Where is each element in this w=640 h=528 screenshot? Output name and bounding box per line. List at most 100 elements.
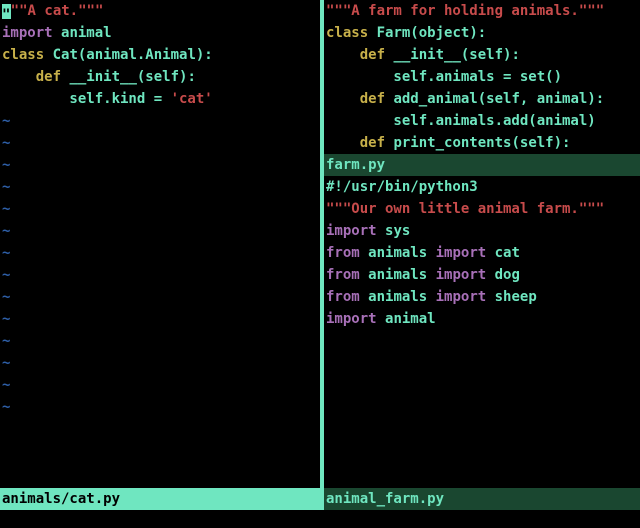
code-segment: Cat(animal.Animal):	[53, 47, 213, 63]
empty-line-tilde: ~	[0, 330, 320, 352]
code-segment	[377, 223, 385, 239]
code-segment: sheep	[495, 289, 537, 305]
code-line[interactable]: self.kind = 'cat'	[0, 88, 320, 110]
code-segment: dog	[495, 267, 520, 283]
code-segment: def	[360, 91, 385, 107]
code-line[interactable]: self.animals = set()	[324, 66, 640, 88]
code-segment	[486, 267, 494, 283]
empty-line-tilde: ~	[0, 352, 320, 374]
code-line[interactable]: """A farm for holding animals."""	[324, 0, 640, 22]
code-segment: import	[436, 289, 487, 305]
code-segment	[427, 245, 435, 261]
code-segment: animals	[368, 267, 427, 283]
code-segment: self.animals =	[326, 69, 520, 85]
code-segment	[360, 245, 368, 261]
code-segment: """Our own little animal farm."""	[326, 201, 604, 217]
code-segment	[326, 135, 360, 151]
code-segment: from	[326, 289, 360, 305]
buffer-cat[interactable]: """A cat."""import animalclass Cat(anima…	[0, 0, 320, 488]
code-segment: Farm(	[377, 25, 419, 41]
code-segment: ):	[469, 25, 486, 41]
code-segment	[486, 289, 494, 305]
code-segment	[326, 47, 360, 63]
code-line[interactable]: def __init__(self):	[0, 66, 320, 88]
code-segment	[486, 245, 494, 261]
code-segment: animal	[61, 25, 112, 41]
empty-line-tilde: ~	[0, 396, 320, 418]
code-segment	[427, 267, 435, 283]
code-segment: import	[326, 311, 377, 327]
code-line[interactable]: """A cat."""	[0, 0, 320, 22]
vim-root: """A cat."""import animalclass Cat(anima…	[0, 0, 640, 528]
code-line[interactable]: def __init__(self):	[324, 44, 640, 66]
code-segment: print_contents(self):	[393, 135, 570, 151]
command-line[interactable]	[0, 510, 640, 528]
empty-line-tilde: ~	[0, 154, 320, 176]
code-line[interactable]: import sys	[324, 220, 640, 242]
status-line-farm: farm.py	[324, 154, 640, 176]
cursor: "	[2, 4, 11, 19]
code-line[interactable]: self.animals.add(animal)	[324, 110, 640, 132]
code-segment: import	[436, 267, 487, 283]
code-segment: self.animals.add(animal)	[326, 113, 596, 129]
code-line[interactable]: import animal	[324, 308, 640, 330]
buffer-animal-farm[interactable]: #!/usr/bin/python3 """Our own little anim…	[324, 176, 640, 488]
code-segment	[368, 25, 376, 41]
code-segment: def	[360, 135, 385, 151]
code-segment: import	[2, 25, 53, 41]
code-segment	[360, 267, 368, 283]
code-segment: """A farm for holding animals."""	[326, 3, 604, 19]
code-segment	[44, 47, 52, 63]
code-segment: set	[520, 69, 545, 85]
code-segment	[2, 69, 36, 85]
code-segment: animals	[368, 245, 427, 261]
code-line[interactable]: """Our own little animal farm."""	[324, 198, 640, 220]
code-segment	[53, 25, 61, 41]
empty-line-tilde: ~	[0, 198, 320, 220]
buffer-farm[interactable]: """A farm for holding animals.""" class F…	[324, 0, 640, 154]
empty-line-tilde: ~	[0, 242, 320, 264]
code-segment: cat	[495, 245, 520, 261]
code-segment: self.kind =	[2, 91, 171, 107]
code-line[interactable]: class Farm(object):	[324, 22, 640, 44]
panes: """A cat."""import animalclass Cat(anima…	[0, 0, 640, 488]
code-segment: add_animal(self, animal):	[393, 91, 604, 107]
window-left[interactable]: """A cat."""import animalclass Cat(anima…	[0, 0, 320, 488]
code-segment: def	[36, 69, 61, 85]
empty-line-tilde: ~	[0, 374, 320, 396]
code-segment: __init__(self):	[69, 69, 195, 85]
code-segment	[360, 289, 368, 305]
code-line[interactable]: class Cat(animal.Animal):	[0, 44, 320, 66]
code-line[interactable]: from animals import cat	[324, 242, 640, 264]
code-segment: object	[419, 25, 470, 41]
code-segment: sys	[385, 223, 410, 239]
empty-line-tilde: ~	[0, 264, 320, 286]
empty-line-tilde: ~	[0, 176, 320, 198]
code-segment: class	[2, 47, 44, 63]
code-line[interactable]: def add_animal(self, animal):	[324, 88, 640, 110]
code-line[interactable]: #!/usr/bin/python3	[324, 176, 640, 198]
code-segment: ()	[545, 69, 562, 85]
code-segment: import	[436, 245, 487, 261]
code-segment: import	[326, 223, 377, 239]
code-line[interactable]: from animals import sheep	[324, 286, 640, 308]
code-line[interactable]: from animals import dog	[324, 264, 640, 286]
code-segment	[326, 91, 360, 107]
window-right: """A farm for holding animals.""" class F…	[324, 0, 640, 488]
code-segment: __init__(self):	[393, 47, 519, 63]
code-segment: class	[326, 25, 368, 41]
empty-line-tilde: ~	[0, 308, 320, 330]
code-segment	[377, 311, 385, 327]
code-segment	[427, 289, 435, 305]
code-line[interactable]: import animal	[0, 22, 320, 44]
empty-line-tilde: ~	[0, 220, 320, 242]
code-segment: def	[360, 47, 385, 63]
status-line-row: animals/cat.py animal_farm.py	[0, 488, 640, 510]
empty-line-tilde: ~	[0, 110, 320, 132]
code-segment: #!/usr/bin/python3	[326, 179, 478, 195]
status-line-animal-farm: animal_farm.py	[324, 488, 640, 510]
empty-line-tilde: ~	[0, 132, 320, 154]
code-segment: 'cat'	[171, 91, 213, 107]
status-line-cat: animals/cat.py	[0, 488, 320, 510]
code-line[interactable]: def print_contents(self):	[324, 132, 640, 154]
